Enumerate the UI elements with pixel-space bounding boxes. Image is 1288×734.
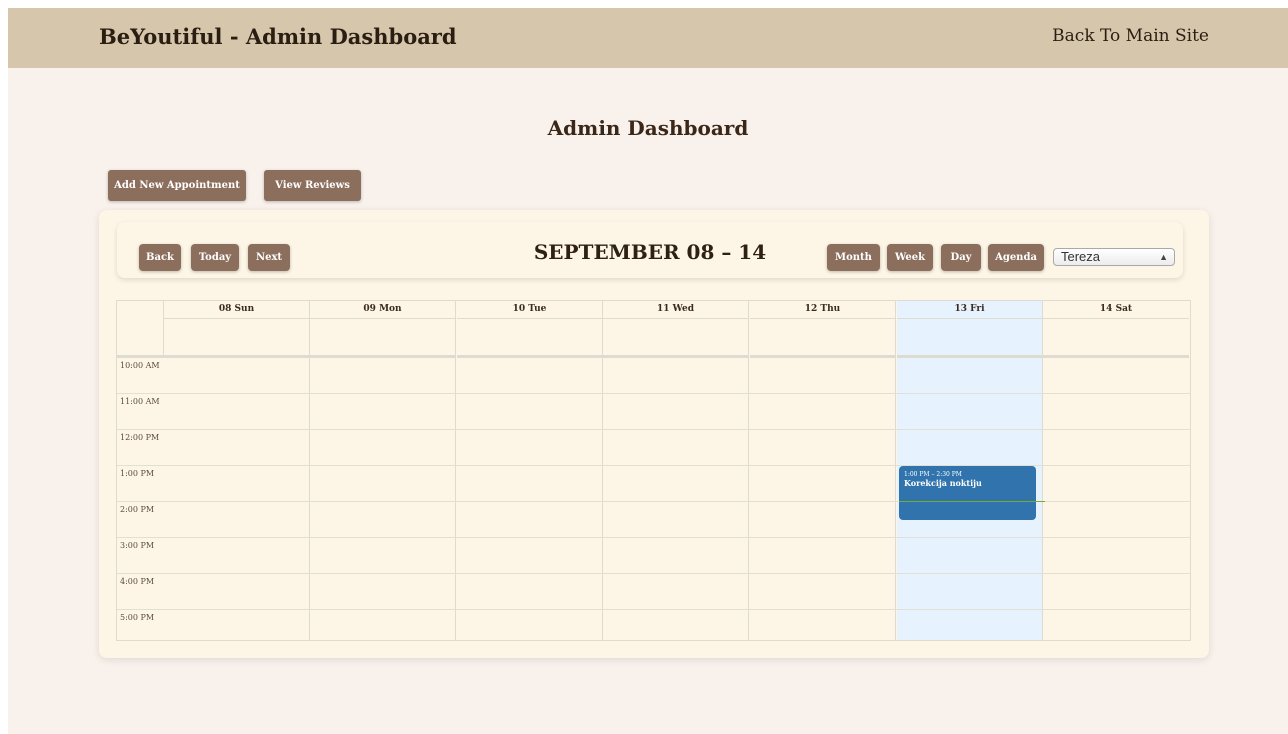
day-view-button[interactable]: Day — [941, 244, 981, 271]
day-column-sun[interactable]: 08 Sun — [164, 301, 310, 640]
day-header[interactable]: 10 Tue — [457, 301, 602, 319]
appointment-event[interactable]: 1:00 PM – 2:30 PM Korekcija noktiju — [899, 466, 1036, 520]
day-column-thu[interactable]: 12 Thu — [750, 301, 896, 640]
app-frame: BeYoutiful - Admin Dashboard Back To Mai… — [8, 8, 1288, 734]
week-grid: 08 Sun 09 Mon 10 Tue 11 Wed 12 Thu 13 Fr… — [116, 300, 1191, 641]
event-title: Korekcija noktiju — [904, 478, 982, 488]
day-header[interactable]: 13 Fri — [897, 301, 1042, 319]
agenda-view-button[interactable]: Agenda — [988, 244, 1044, 271]
day-header[interactable]: 09 Mon — [310, 301, 455, 319]
staff-select-value: Tereza — [1061, 249, 1101, 264]
hour-line — [117, 393, 1190, 394]
staff-select[interactable]: Tereza ▲ — [1053, 248, 1175, 266]
all-day-separator — [1043, 355, 1189, 358]
hour-line — [117, 609, 1190, 610]
month-view-button[interactable]: Month — [827, 244, 880, 271]
page-title: Admin Dashboard — [547, 116, 749, 140]
all-day-separator — [750, 355, 895, 358]
time-label: 1:00 PM — [120, 469, 155, 478]
add-new-appointment-button[interactable]: Add New Appointment — [108, 170, 246, 201]
all-day-separator — [310, 355, 455, 358]
time-label: 4:00 PM — [120, 577, 155, 586]
time-label: 5:00 PM — [120, 613, 155, 622]
time-label: 2:00 PM — [120, 505, 155, 514]
time-label: 11:00 AM — [120, 397, 160, 406]
back-button[interactable]: Back — [139, 244, 181, 271]
day-column-tue[interactable]: 10 Tue — [457, 301, 603, 640]
day-header[interactable]: 12 Thu — [750, 301, 895, 319]
time-gutter-header — [117, 301, 164, 357]
day-header[interactable]: 08 Sun — [164, 301, 309, 319]
day-header[interactable]: 11 Wed — [603, 301, 748, 319]
week-view-button[interactable]: Week — [887, 244, 933, 271]
day-column-mon[interactable]: 09 Mon — [310, 301, 456, 640]
calendar-card: SEPTEMBER 08 – 14 Back Today Next Month … — [99, 210, 1209, 658]
back-to-main-site-link[interactable]: Back To Main Site — [1052, 26, 1209, 46]
event-time: 1:00 PM – 2:30 PM — [904, 471, 962, 478]
select-arrows-icon: ▲ — [1159, 252, 1168, 262]
calendar-toolbar: SEPTEMBER 08 – 14 Back Today Next Month … — [117, 222, 1183, 278]
next-button[interactable]: Next — [248, 244, 290, 271]
all-day-separator — [603, 355, 748, 358]
all-day-separator — [897, 355, 1042, 358]
time-label: 10:00 AM — [120, 361, 160, 370]
all-day-separator — [164, 355, 309, 358]
time-label: 12:00 PM — [120, 433, 160, 442]
today-button[interactable]: Today — [191, 244, 239, 271]
brand-title[interactable]: BeYoutiful - Admin Dashboard — [99, 24, 457, 49]
time-label: 3:00 PM — [120, 541, 155, 550]
all-day-separator — [457, 355, 602, 358]
current-time-indicator — [899, 501, 1045, 502]
hour-line — [117, 429, 1190, 430]
hour-line — [117, 537, 1190, 538]
view-reviews-button[interactable]: View Reviews — [264, 170, 361, 201]
day-header[interactable]: 14 Sat — [1043, 301, 1189, 319]
day-column-wed[interactable]: 11 Wed — [603, 301, 749, 640]
day-column-sat[interactable]: 14 Sat — [1043, 301, 1189, 640]
top-navbar: BeYoutiful - Admin Dashboard Back To Mai… — [8, 8, 1288, 68]
gutter-separator — [117, 355, 164, 358]
hour-line — [117, 573, 1190, 574]
